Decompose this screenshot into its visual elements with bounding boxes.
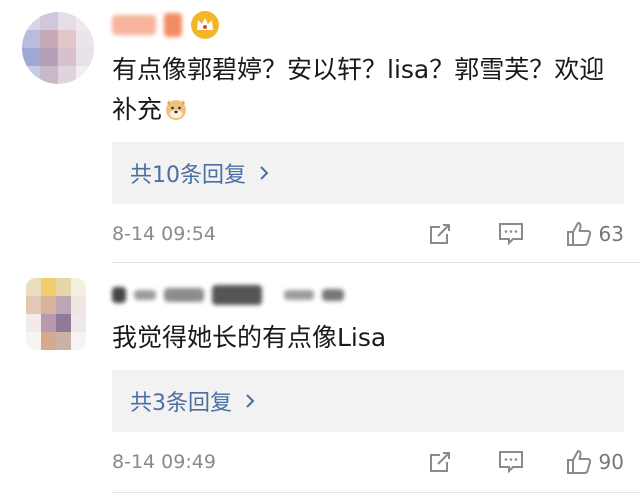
doge-icon bbox=[166, 100, 187, 120]
avatar[interactable] bbox=[26, 278, 86, 350]
username[interactable] bbox=[112, 278, 344, 312]
username-blurred bbox=[284, 290, 314, 300]
username-blurred bbox=[164, 13, 182, 37]
like-button[interactable]: 63 bbox=[565, 220, 624, 248]
like-count: 63 bbox=[598, 222, 624, 246]
thumbs-up-icon bbox=[566, 222, 591, 246]
share-button[interactable] bbox=[427, 449, 453, 475]
username-blurred bbox=[134, 290, 156, 300]
username-blurred bbox=[322, 289, 344, 301]
username-blurred bbox=[112, 15, 156, 35]
username-blurred bbox=[212, 285, 262, 305]
timestamp: 8-14 09:54 bbox=[112, 223, 216, 245]
comment-text: 我觉得她长的有点像Lisa bbox=[112, 323, 387, 352]
share-button[interactable] bbox=[427, 221, 453, 247]
like-count: 90 bbox=[598, 450, 624, 474]
view-replies-button[interactable]: 共10条回复 bbox=[112, 142, 624, 204]
username-blurred bbox=[112, 287, 126, 303]
reply-count-label: 共3条回复 bbox=[130, 391, 232, 416]
comment-meta: 8-14 09:49 90 bbox=[112, 442, 640, 482]
comment-icon bbox=[498, 451, 523, 474]
chevron-right-icon bbox=[246, 394, 255, 408]
reply-count-label: 共10条回复 bbox=[130, 163, 246, 188]
comment-meta: 8-14 09:54 63 bbox=[112, 214, 640, 254]
thumbs-up-icon bbox=[566, 450, 591, 474]
comment-item: 我觉得她长的有点像Lisa 共3条回复 8-14 09:49 90 bbox=[0, 262, 640, 493]
comment-actions: 90 bbox=[427, 442, 624, 482]
reply-button[interactable] bbox=[497, 221, 525, 247]
timestamp: 8-14 09:49 bbox=[112, 451, 216, 473]
view-replies-button[interactable]: 共3条回复 bbox=[112, 370, 624, 432]
crown-icon bbox=[191, 11, 219, 39]
reply-button[interactable] bbox=[497, 449, 525, 475]
comment-text: 有点像郭碧婷？安以轩？lisa？郭雪芙？欢迎补充 bbox=[112, 55, 605, 124]
username-blurred bbox=[164, 288, 204, 302]
chevron-right-icon bbox=[260, 166, 269, 180]
username[interactable] bbox=[112, 8, 220, 42]
share-icon bbox=[429, 224, 450, 244]
share-icon bbox=[429, 452, 450, 472]
comment-item: 有点像郭碧婷？安以轩？lisa？郭雪芙？欢迎补充 共10条回复 8-14 09:… bbox=[0, 0, 640, 263]
avatar[interactable] bbox=[22, 12, 94, 84]
like-button[interactable]: 90 bbox=[565, 448, 624, 476]
comment-icon bbox=[498, 223, 523, 246]
comment-actions: 63 bbox=[427, 214, 624, 254]
